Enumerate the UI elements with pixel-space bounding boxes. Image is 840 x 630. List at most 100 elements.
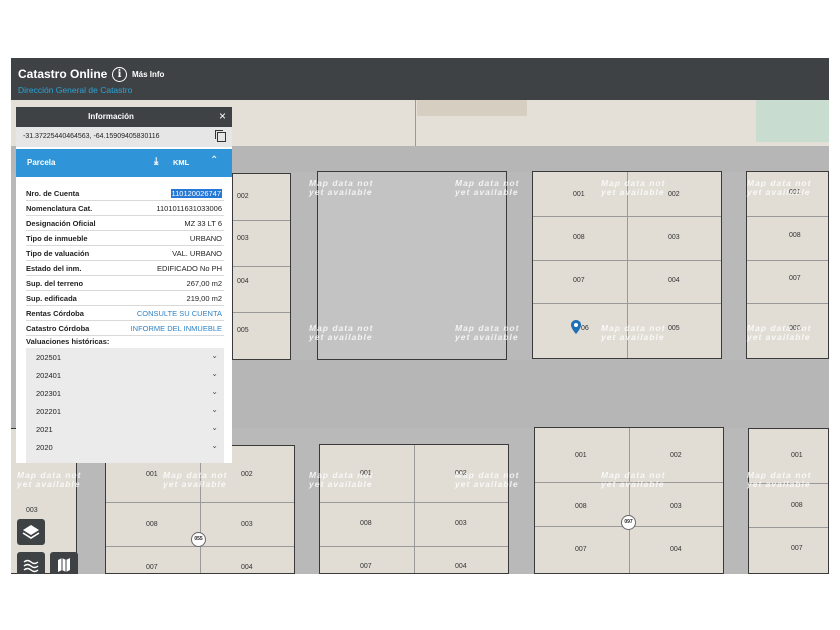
chevron-up-icon[interactable]: ⌃ (210, 155, 218, 166)
lot-number: 008 (146, 521, 158, 528)
block-badge[interactable]: 055 (191, 532, 206, 547)
map-no-data-text: Map data not yet available (747, 178, 812, 197)
lot-divider (533, 260, 721, 261)
lot-number: 007 (146, 564, 158, 571)
lot-divider (233, 266, 290, 267)
basemap-button[interactable] (50, 552, 78, 574)
lot-number: 004 (670, 546, 682, 553)
info-row-label: Nro. de Cuenta (26, 189, 80, 198)
map-no-data-text: Map data not yet available (747, 323, 812, 342)
chevron-down-icon[interactable]: ⌄ (211, 387, 218, 396)
parcela-section-header[interactable]: Parcela ⤓ KML ⌃ (16, 149, 232, 177)
history-item[interactable]: 202201 ⌄ (26, 402, 224, 420)
lot-number: 003 (455, 520, 467, 527)
block-badge[interactable]: 097 (621, 515, 636, 530)
map-line (415, 100, 416, 146)
history-item[interactable]: 202401 ⌄ (26, 366, 224, 384)
info-row-label: Estado del inm. (26, 264, 82, 273)
copy-icon[interactable] (215, 130, 226, 142)
info-row-rentas: Rentas Córdoba CONSULTE SU CUENTA (26, 306, 224, 321)
chevron-down-icon[interactable]: ⌄ (211, 351, 218, 360)
lot-divider (747, 303, 828, 304)
lot-number: 004 (668, 277, 680, 284)
info-row-value: 1101011631033006 (156, 204, 222, 213)
app-header: Catastro Online i Más Info Dirección Gen… (11, 58, 829, 100)
lot-divider (233, 220, 290, 221)
history-year: 2021 (36, 425, 53, 434)
history-list: 202501 ⌄ 202401 ⌄ 202301 ⌄ 202201 ⌄ 2021… (26, 348, 224, 463)
lot-number: 001 (791, 452, 803, 459)
lot-divider (747, 216, 828, 217)
info-row-label: Sup. edificada (26, 294, 77, 303)
info-panel-title: Información (88, 112, 134, 121)
lot-number: 003 (670, 503, 682, 510)
info-icon[interactable]: i (112, 67, 127, 82)
download-icon[interactable]: ⤓ (154, 156, 158, 167)
informe-inmueble-link[interactable]: INFORME DEL INMUEBLE (131, 324, 222, 333)
close-icon[interactable]: × (219, 109, 226, 123)
coordinates-row: -31.37225440464563, -64.15909405830116 (16, 127, 232, 147)
block-bottom-b[interactable]: 001 002 008 003 007 004 (319, 444, 509, 574)
lot-number: 007 (575, 546, 587, 553)
mas-info-link[interactable]: Más Info (132, 70, 164, 79)
history-item[interactable]: 202501 ⌄ (26, 348, 224, 366)
lot-divider (320, 546, 508, 547)
lot-divider (106, 502, 294, 503)
lot-number: 003 (241, 521, 253, 528)
info-row-label: Tipo de inmueble (26, 234, 88, 243)
coordinates-text: -31.37225440464563, -64.15909405830116 (23, 133, 160, 140)
kml-download-button[interactable]: KML (173, 158, 189, 167)
parcela-title: Parcela (27, 158, 56, 167)
history-item[interactable]: 2021 ⌄ (26, 420, 224, 438)
app-subtitle[interactable]: Dirección General de Catastro (18, 85, 132, 95)
map-no-data-text: Map data not yet available (601, 470, 666, 489)
info-row-value: URBANO (189, 234, 222, 243)
history-year: 202201 (36, 407, 62, 416)
lot-number: 003 (26, 507, 38, 514)
lot-number: 008 (573, 234, 585, 241)
history-item[interactable]: 202301 ⌄ (26, 384, 224, 402)
map-building-shape (417, 98, 527, 116)
legend-button[interactable] (17, 552, 45, 574)
lot-number: 06 (581, 325, 589, 332)
consulte-cuenta-link[interactable]: CONSULTE SU CUENTA (137, 309, 222, 318)
chevron-down-icon[interactable]: ⌄ (211, 405, 218, 414)
history-year: 202301 (36, 389, 62, 398)
lot-number: 002 (670, 452, 682, 459)
chevron-down-icon[interactable]: ⌄ (211, 369, 218, 378)
map-no-data-text: Map data not yet available (601, 178, 666, 197)
block-bottom-c[interactable]: 001 002 008 003 007 004 (534, 427, 724, 574)
info-row-designacion: Designación Oficial MZ 33 LT 6 (26, 216, 224, 231)
location-pin-icon[interactable] (571, 320, 581, 334)
lot-number: 003 (237, 235, 249, 242)
block-far-right-b[interactable]: 001 008 007 (748, 428, 829, 574)
layers-button[interactable] (17, 519, 45, 545)
chevron-down-icon[interactable]: ⌄ (211, 441, 218, 450)
lot-number: 008 (360, 520, 372, 527)
lot-number: 001 (573, 191, 585, 198)
block-left[interactable]: 002 003 004 005 (232, 173, 291, 360)
lot-divider (533, 303, 721, 304)
info-row-sup-edificada: Sup. edificada 219,00 m2 (26, 291, 224, 306)
block-bottom-a[interactable]: 001 002 008 003 007 004 (105, 445, 295, 574)
map-no-data-text: Map data not yet available (601, 323, 666, 342)
map-no-data-text: Map data not yet available (309, 470, 374, 489)
info-row-value: 267,00 m2 (186, 279, 222, 288)
map-no-data-text: Map data not yet available (455, 178, 520, 197)
map-no-data-text: Map data not yet available (455, 323, 520, 342)
lot-divider (414, 445, 415, 573)
lot-number: 007 (360, 563, 372, 570)
info-row-value: VAL. URBANO (172, 249, 222, 258)
info-row-value: MZ 33 LT 6 (184, 219, 222, 228)
chevron-down-icon[interactable]: ⌄ (211, 423, 218, 432)
map-no-data-text: Map data not yet available (163, 470, 228, 489)
info-panel-header: Información × (16, 107, 232, 127)
info-row-value: 219,00 m2 (186, 294, 222, 303)
info-row-tipo-valuacion: Tipo de valuación VAL. URBANO (26, 246, 224, 261)
lot-number: 001 (146, 471, 158, 478)
history-item[interactable]: 2020 ⌄ (26, 438, 224, 456)
layers-icon (22, 525, 40, 539)
lot-number: 008 (789, 232, 801, 239)
info-row-value[interactable]: 110120026747 (170, 189, 222, 198)
map-no-data-text: Map data not yet available (455, 470, 520, 489)
